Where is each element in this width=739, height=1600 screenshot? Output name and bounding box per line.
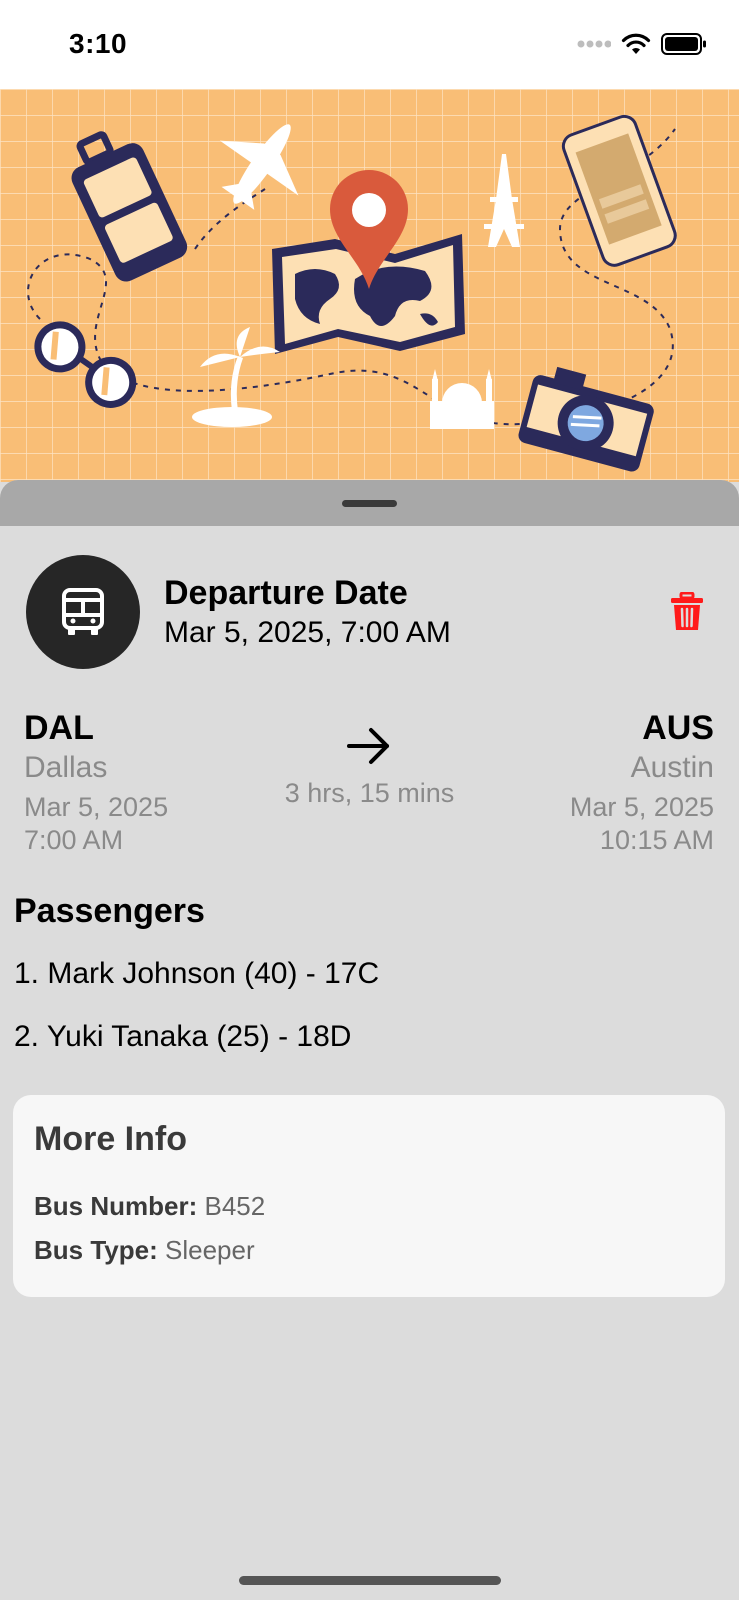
sheet-grabber[interactable] [342, 500, 397, 507]
bus-type-row: Bus Type: Sleeper [34, 1235, 255, 1266]
bus-type-value: Sleeper [165, 1235, 255, 1265]
status-bar: 3:10 [0, 0, 739, 89]
status-time: 3:10 [69, 28, 128, 59]
passenger-item: 2. Yuki Tanaka (25) - 18D [14, 1020, 352, 1053]
trash-icon [671, 591, 703, 630]
hero-travel-illustration [0, 89, 739, 482]
destination-time: 10:15 AM [599, 825, 714, 855]
origin-code: DAL [24, 709, 94, 747]
route-arrow [345, 726, 393, 771]
destination-datetime: Mar 5, 2025 10:15 AM [570, 791, 714, 857]
destination-code: AUS [642, 709, 714, 747]
destination-city: Austin [630, 751, 714, 784]
passenger-item: 1. Mark Johnson (40) - 17C [14, 957, 380, 990]
passengers-title: Passengers [14, 892, 205, 930]
departure-date-title: Departure Date [164, 574, 408, 612]
destination-date: Mar 5, 2025 [569, 792, 714, 822]
departure-date-value: Mar 5, 2025, 7:00 AM [164, 616, 451, 649]
wifi-icon [621, 33, 651, 54]
home-indicator[interactable] [239, 1576, 501, 1585]
signal-dots-icon [577, 40, 611, 48]
bus-number-label: Bus Number: [34, 1191, 198, 1221]
arrow-right-icon [347, 728, 389, 764]
origin-time: 7:00 AM [24, 825, 124, 855]
more-info-card: More Info Bus Number: B452 Bus Type: Sle… [13, 1095, 725, 1297]
sheet-header[interactable] [0, 480, 739, 526]
trip-details-sheet: Departure Date Mar 5, 2025, 7:00 AM DAL … [0, 480, 739, 1600]
bus-avatar [26, 555, 140, 669]
delete-button[interactable] [670, 591, 704, 632]
bus-number-value: B452 [204, 1191, 266, 1221]
bus-number-row: Bus Number: B452 [34, 1191, 265, 1222]
bus-type-label: Bus Type: [34, 1235, 158, 1265]
bus-icon [62, 588, 104, 635]
status-icons [577, 33, 707, 55]
battery-icon [661, 33, 706, 55]
more-info-title: More Info [34, 1120, 187, 1158]
